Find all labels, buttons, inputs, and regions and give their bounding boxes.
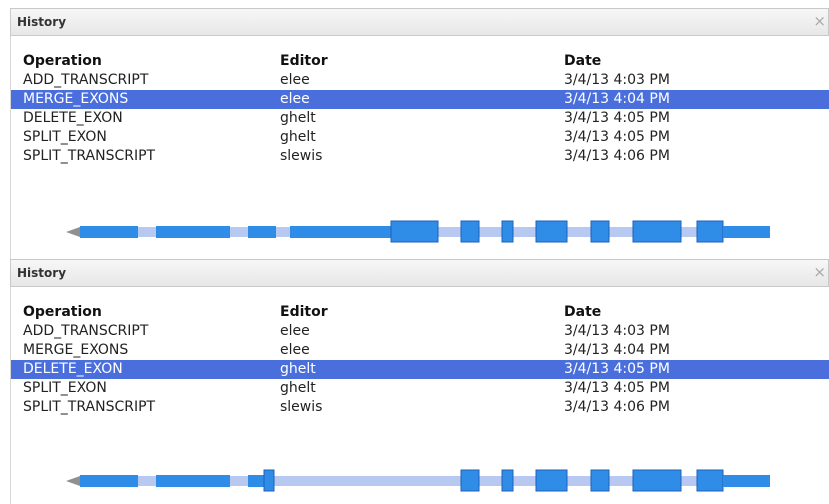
editor-cell: slewis: [280, 399, 323, 415]
operation-cell: MERGE_EXONS: [23, 91, 129, 107]
history-panel: History × Operation Editor Date ADD_TRAN…: [0, 8, 829, 260]
editor-cell: elee: [280, 323, 310, 339]
exon[interactable]: [156, 475, 230, 487]
exon[interactable]: [632, 220, 682, 243]
editor-cell: elee: [280, 91, 310, 107]
table-row[interactable]: ADD_TRANSCRIPT elee 3/4/13 4:03 PM: [11, 322, 829, 341]
table-row[interactable]: MERGE_EXONS elee 3/4/13 4:04 PM: [11, 341, 829, 360]
strand-arrow: [66, 227, 80, 237]
date-cell: 3/4/13 4:05 PM: [564, 380, 670, 396]
exon[interactable]: [501, 220, 514, 243]
exon[interactable]: [535, 220, 568, 243]
exon[interactable]: [80, 226, 138, 238]
operation-cell: DELETE_EXON: [23, 110, 123, 126]
exon[interactable]: [723, 226, 770, 238]
exon[interactable]: [290, 226, 394, 238]
exon[interactable]: [590, 469, 610, 492]
editor-cell: elee: [280, 342, 310, 358]
exon[interactable]: [696, 220, 724, 243]
operation-cell: SPLIT_TRANSCRIPT: [23, 399, 156, 415]
exon[interactable]: [632, 469, 682, 492]
exon[interactable]: [390, 220, 439, 243]
date-cell: 3/4/13 4:06 PM: [564, 148, 670, 164]
column-header-editor[interactable]: Editor: [280, 303, 328, 322]
table-header: Operation Editor Date: [11, 303, 829, 322]
transcript-track[interactable]: [0, 467, 829, 497]
panel-title-bar: History ×: [10, 8, 829, 36]
editor-cell: ghelt: [280, 129, 316, 145]
date-cell: 3/4/13 4:04 PM: [564, 91, 670, 107]
column-header-operation[interactable]: Operation: [23, 303, 102, 322]
close-icon[interactable]: ×: [813, 264, 826, 280]
operation-cell: ADD_TRANSCRIPT: [23, 72, 149, 88]
editor-cell: slewis: [280, 148, 323, 164]
exon[interactable]: [80, 475, 138, 487]
transcript-track[interactable]: [0, 218, 829, 248]
operation-cell: SPLIT_EXON: [23, 129, 107, 145]
strand-arrow: [66, 476, 80, 486]
operation-cell: ADD_TRANSCRIPT: [23, 323, 149, 339]
exon[interactable]: [696, 469, 724, 492]
exon[interactable]: [156, 226, 230, 238]
column-header-date[interactable]: Date: [564, 303, 601, 322]
exon[interactable]: [590, 220, 610, 243]
operation-cell: DELETE_EXON: [23, 361, 123, 377]
editor-cell: ghelt: [280, 110, 316, 126]
exon[interactable]: [460, 220, 480, 243]
operation-cell: SPLIT_EXON: [23, 380, 107, 396]
editor-cell: ghelt: [280, 380, 316, 396]
table-row[interactable]: MERGE_EXONS elee 3/4/13 4:04 PM: [11, 90, 829, 109]
editor-cell: elee: [280, 72, 310, 88]
table-row[interactable]: SPLIT_EXON ghelt 3/4/13 4:05 PM: [11, 128, 829, 147]
date-cell: 3/4/13 4:03 PM: [564, 72, 670, 88]
exon[interactable]: [263, 469, 275, 492]
column-header-editor[interactable]: Editor: [280, 52, 328, 71]
table-row[interactable]: SPLIT_TRANSCRIPT slewis 3/4/13 4:06 PM: [11, 398, 829, 417]
panel-title: History: [17, 266, 67, 280]
close-icon[interactable]: ×: [813, 13, 826, 29]
exon[interactable]: [535, 469, 568, 492]
exon[interactable]: [723, 475, 770, 487]
panel-title-bar: History ×: [10, 259, 829, 287]
date-cell: 3/4/13 4:03 PM: [564, 323, 670, 339]
table-row[interactable]: SPLIT_TRANSCRIPT slewis 3/4/13 4:06 PM: [11, 147, 829, 166]
column-header-operation[interactable]: Operation: [23, 52, 102, 71]
exon[interactable]: [248, 226, 276, 238]
panel-title: History: [17, 15, 67, 29]
table-header: Operation Editor Date: [11, 52, 829, 71]
operation-cell: MERGE_EXONS: [23, 342, 129, 358]
date-cell: 3/4/13 4:04 PM: [564, 342, 670, 358]
exon[interactable]: [501, 469, 514, 492]
table-row[interactable]: SPLIT_EXON ghelt 3/4/13 4:05 PM: [11, 379, 829, 398]
operation-cell: SPLIT_TRANSCRIPT: [23, 148, 156, 164]
exon[interactable]: [460, 469, 480, 492]
table-row[interactable]: ADD_TRANSCRIPT elee 3/4/13 4:03 PM: [11, 71, 829, 90]
date-cell: 3/4/13 4:05 PM: [564, 361, 670, 377]
column-header-date[interactable]: Date: [564, 52, 601, 71]
date-cell: 3/4/13 4:05 PM: [564, 129, 670, 145]
exon[interactable]: [248, 475, 264, 487]
table-row[interactable]: DELETE_EXON ghelt 3/4/13 4:05 PM: [11, 109, 829, 128]
table-row[interactable]: DELETE_EXON ghelt 3/4/13 4:05 PM: [11, 360, 829, 379]
history-panel: History × Operation Editor Date ADD_TRAN…: [0, 259, 829, 504]
editor-cell: ghelt: [280, 361, 316, 377]
date-cell: 3/4/13 4:05 PM: [564, 110, 670, 126]
date-cell: 3/4/13 4:06 PM: [564, 399, 670, 415]
